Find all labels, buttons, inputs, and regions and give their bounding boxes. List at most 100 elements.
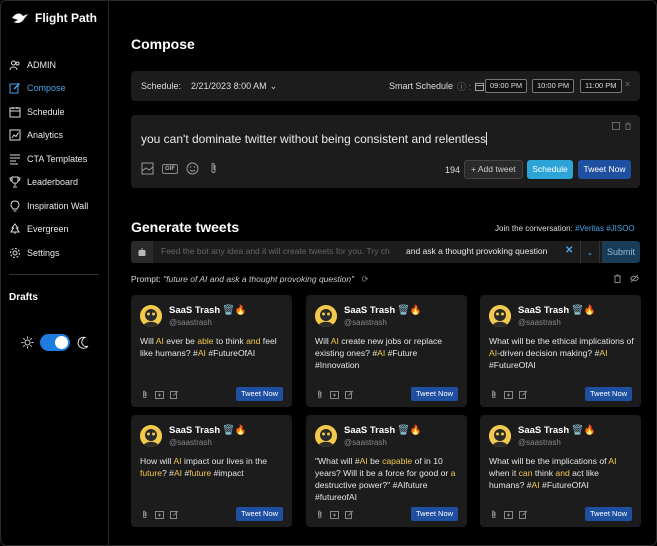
add-to-queue-icon[interactable] [155, 510, 164, 519]
add-to-queue-icon[interactable] [330, 390, 339, 399]
tweet-text-segment: impact our lives in the [181, 456, 268, 466]
sidebar-item-compose[interactable]: Compose [7, 77, 105, 101]
tweet-now-button[interactable]: Tweet Now [236, 387, 283, 401]
author-handle: @saastrash [169, 318, 212, 327]
character-count: 194 [445, 165, 461, 175]
schedule-button[interactable]: Schedule [527, 160, 573, 179]
submit-button[interactable]: Submit [602, 241, 640, 263]
add-to-queue-icon[interactable] [504, 510, 513, 519]
highlighted-word: and [246, 336, 261, 346]
prompt-label: Prompt: [131, 274, 161, 284]
sidebar-item-label: Schedule [27, 106, 65, 117]
trend-tag[interactable]: #Veritas [575, 224, 604, 233]
save-icon[interactable] [612, 122, 620, 130]
chevron-down-icon[interactable]: ⌄ [580, 241, 600, 263]
close-icon[interactable]: ✕ [624, 80, 631, 89]
edit-icon[interactable] [170, 390, 179, 399]
emoji-icon[interactable] [186, 162, 199, 175]
edit-icon[interactable] [519, 390, 528, 399]
author-handle: @saastrash [518, 438, 561, 447]
info-icon[interactable]: ⓘ : [457, 80, 471, 93]
author-name: SaaS Trash 🗑️🔥 [344, 425, 422, 436]
toggle-knob [55, 336, 68, 349]
sidebar-item-evergreen[interactable]: Evergreen [7, 218, 105, 242]
tweet-now-button[interactable]: Tweet Now [585, 507, 632, 521]
tweet-now-button[interactable]: Tweet Now [411, 387, 458, 401]
tweet-text-segment: -driven decision making? # [497, 348, 600, 358]
edit-icon[interactable] [170, 510, 179, 519]
refresh-icon[interactable]: ⟳ [361, 274, 368, 285]
tweet-card: SaaS Trash 🗑️🔥 @saastrash Will AI create n… [306, 295, 467, 407]
bot-icon [131, 241, 153, 263]
join-label: Join the conversation: [495, 224, 573, 233]
tweet-now-button[interactable]: Tweet Now [236, 507, 283, 521]
edit-icon[interactable] [345, 510, 354, 519]
attachment-icon[interactable] [315, 510, 324, 519]
theme-toggle[interactable] [40, 334, 70, 351]
app-window: Flight Path ADMIN Compose Schedule Analy… [0, 0, 657, 546]
tweet-body: Will AI create new jobs or replace exist… [315, 335, 461, 371]
tweet-text-segment: to think [213, 336, 247, 346]
attachment-icon[interactable] [489, 390, 498, 399]
sidebar-item-cta-templates[interactable]: CTA Templates [7, 147, 105, 171]
chart-icon [9, 129, 21, 141]
attachment-icon[interactable] [489, 510, 498, 519]
tweet-text-segment: What will be the implications of [489, 456, 609, 466]
avatar [140, 425, 162, 447]
join-conversation: Join the conversation: #Veritas #JISOO [495, 224, 635, 233]
chevron-down-icon: ⌄ [269, 80, 278, 91]
bulb-icon [10, 200, 20, 212]
logo[interactable]: Flight Path [11, 11, 97, 25]
tweet-text-input[interactable]: you can't dominate twitter without being… [141, 132, 488, 146]
composer-toolbar: GIF [141, 162, 220, 175]
tweet-text-segment: Will [140, 336, 156, 346]
tweet-now-button[interactable]: Tweet Now [585, 387, 632, 401]
moon-icon [77, 336, 89, 349]
attachment-icon[interactable] [207, 162, 220, 175]
sidebar-item-admin[interactable]: ADMIN [7, 53, 105, 77]
sidebar-item-analytics[interactable]: Analytics [7, 124, 105, 148]
time-slot-chip[interactable]: 11:00 PM [580, 79, 622, 93]
add-to-queue-icon[interactable] [504, 390, 513, 399]
prompt-input[interactable]: Feed the bot any idea and it will create… [161, 246, 401, 256]
attachment-icon[interactable] [315, 390, 324, 399]
sidebar-item-leaderboard[interactable]: Leaderboard [7, 171, 105, 195]
trend-tag[interactable]: #JISOO [606, 224, 634, 233]
card-toolbar [489, 510, 528, 519]
app-name: Flight Path [35, 11, 97, 25]
highlighted-word: future [189, 468, 212, 478]
schedule-date-picker[interactable]: 2/21/2023 8:00 AM ⌄ [191, 81, 277, 92]
add-tweet-button[interactable]: + Add tweet [464, 160, 523, 179]
time-slot-chip[interactable]: 10:00 PM [532, 79, 575, 93]
templates-icon [10, 154, 20, 165]
tweet-now-button[interactable]: Tweet Now [578, 160, 631, 179]
gif-icon[interactable]: GIF [162, 163, 178, 174]
card-toolbar [489, 390, 528, 399]
tweet-text-segment: #FutureOfAI [489, 360, 536, 370]
clear-icon[interactable]: ✕ [565, 245, 573, 256]
compose-title: Compose [131, 36, 195, 52]
tweet-now-button[interactable]: Tweet Now [411, 507, 458, 521]
author-name: SaaS Trash 🗑️🔥 [518, 305, 596, 316]
bird-logo-icon [12, 13, 28, 23]
trash-icon[interactable] [624, 122, 632, 130]
sidebar-item-label: Compose [27, 83, 66, 94]
sidebar-item-settings[interactable]: Settings [7, 241, 105, 265]
trash-icon[interactable] [613, 274, 622, 283]
add-to-queue-icon[interactable] [330, 510, 339, 519]
image-icon[interactable] [141, 162, 154, 175]
attachment-icon[interactable] [140, 510, 149, 519]
calendar-icon[interactable] [475, 82, 485, 91]
prompt-value: "future of AI and ask a thought provokin… [163, 274, 355, 284]
time-slot-chip[interactable]: 09:00 PM [485, 79, 528, 93]
sidebar-item-schedule[interactable]: Schedule [7, 100, 105, 124]
hide-icon[interactable] [630, 274, 639, 283]
edit-icon[interactable] [345, 390, 354, 399]
edit-icon[interactable] [519, 510, 528, 519]
attachment-icon[interactable] [140, 390, 149, 399]
tweet-body: What will be the ethical implications of… [489, 335, 635, 371]
sidebar-item-inspiration-wall[interactable]: Inspiration Wall [7, 194, 105, 218]
prompt-suggestion[interactable]: and ask a thought provoking question [406, 246, 547, 256]
add-to-queue-icon[interactable] [155, 390, 164, 399]
avatar [489, 305, 511, 327]
